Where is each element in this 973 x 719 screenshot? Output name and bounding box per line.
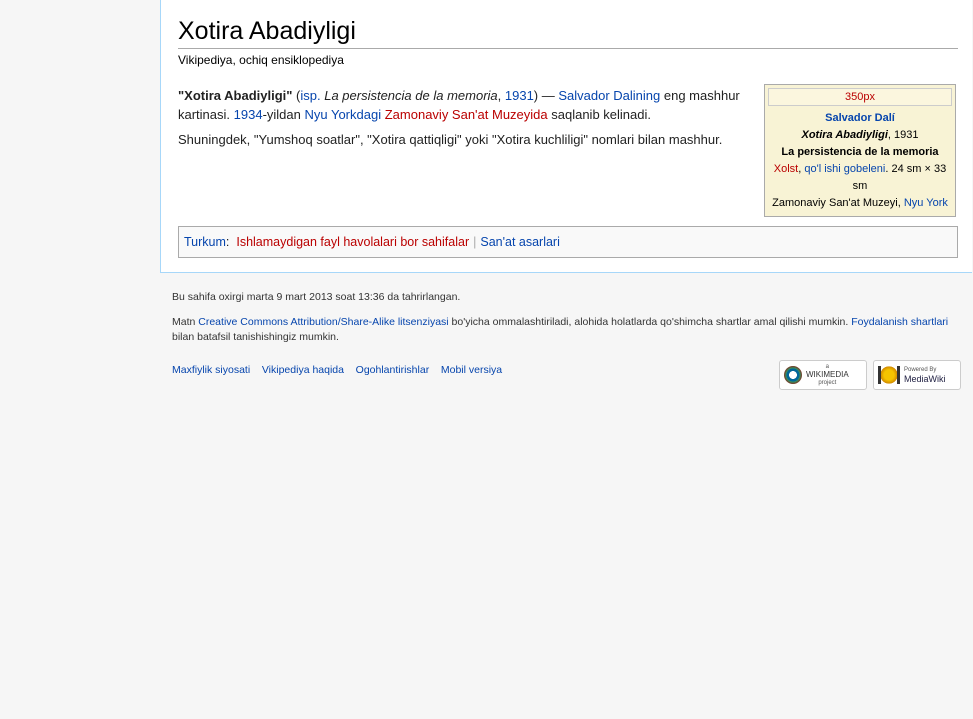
site-subtitle: Vikipediya, ochiq ensiklopediya — [178, 53, 344, 67]
infobox-image-placeholder[interactable]: 350px — [768, 88, 952, 106]
footer-lastmod: Bu sahifa oxirgi marta 9 mart 2013 soat … — [172, 291, 461, 303]
wikimedia-logo-icon — [784, 366, 802, 384]
mediawiki-logo-icon — [878, 366, 900, 384]
infobox-medium-link-1[interactable]: Xolst — [774, 163, 798, 175]
link-salvador-dali[interactable]: Salvador Dalining — [558, 88, 660, 103]
link-isp[interactable]: isp. — [300, 88, 320, 103]
wikimedia-badge[interactable]: a WIKIMEDIA project — [779, 360, 867, 390]
infobox-city-link[interactable]: Nyu York — [904, 197, 948, 209]
footer-link-disclaimers[interactable]: Ogohlantirishlar — [356, 364, 430, 376]
paragraph-1: "Xotira Abadiyligi" (isp. La persistenci… — [178, 86, 748, 124]
link-nyu-york[interactable]: Nyu Yorkdagi — [304, 107, 381, 122]
infobox-title-row: Xotira Abadiyligi, 1931 — [768, 127, 952, 144]
footer-license: Matn Creative Commons Attribution/Share-… — [172, 315, 962, 345]
infobox-original-title: La persistencia de la memoria — [781, 146, 939, 158]
text: bilan batafsil tanishishingiz mumkin. — [172, 331, 339, 343]
infobox-location: Zamonaviy San'at Muzeyi, — [772, 197, 904, 209]
paragraph-2: Shuningdek, "Yumshoq soatlar", "Xotira q… — [178, 132, 723, 147]
image-label: 350px — [845, 91, 875, 103]
category-item-1[interactable]: Ishlamaydigan fayl havolalari bor sahifa… — [236, 235, 469, 249]
mediawiki-badge-text: Powered By MediaWiki — [904, 366, 946, 384]
text: Matn — [172, 316, 199, 328]
license-link[interactable]: Creative Commons Attribution/Share-Alike… — [198, 316, 448, 328]
wikimedia-badge-text: a WIKIMEDIA project — [806, 363, 849, 387]
infobox-artist-link[interactable]: Salvador Dalí — [825, 112, 895, 124]
mediawiki-badge[interactable]: Powered By MediaWiki — [873, 360, 961, 390]
footer: Bu sahifa oxirgi marta 9 mart 2013 soat … — [172, 290, 962, 390]
colon: : — [225, 235, 230, 249]
badge-main: WIKIMEDIA — [806, 370, 849, 379]
terms-link[interactable]: Foydalanish shartlari — [851, 316, 948, 328]
text: , — [497, 88, 505, 103]
text: ) — — [533, 88, 559, 103]
footer-link-privacy[interactable]: Maxfiylik siyosati — [172, 364, 250, 376]
category-links: Turkum: Ishlamaydigan fayl havolalari bo… — [178, 226, 958, 258]
infobox-artist-row: Salvador Dalí — [768, 110, 952, 127]
text: saqlanib kelinadi. — [547, 107, 651, 122]
redlink-museum[interactable]: Zamonaviy San'at Muzeyida — [385, 107, 548, 122]
article-body: "Xotira Abadiyligi" (isp. La persistenci… — [178, 86, 748, 155]
infobox-location-row: Zamonaviy San'at Muzeyi, Nyu York — [768, 195, 952, 212]
categories-label-link[interactable]: Turkum — [184, 235, 226, 249]
spanish-title: La persistencia de la memoria — [320, 88, 498, 103]
link-1934[interactable]: 1934 — [234, 107, 263, 122]
footer-link-about[interactable]: Vikipediya haqida — [262, 364, 344, 376]
text: bo'yicha ommalashtiriladi, alohida holat… — [448, 316, 852, 328]
badge-main: MediaWiki — [904, 374, 946, 384]
page-title: Xotira Abadiyligi — [178, 14, 958, 49]
infobox: 350px Salvador Dalí Xotira Abadiyligi, 1… — [764, 84, 956, 217]
bold-title: "Xotira Abadiyligi" — [178, 88, 293, 103]
badge-sub: project — [818, 380, 837, 386]
content-area: Xotira Abadiyligi Vikipediya, ochiq ensi… — [160, 0, 972, 273]
footer-link-mobile[interactable]: Mobil versiya — [441, 364, 502, 376]
divider: | — [473, 235, 477, 249]
infobox-title: Xotira Abadiyligi — [801, 129, 888, 141]
text: -yildan — [262, 107, 305, 122]
infobox-year: , 1931 — [887, 129, 919, 141]
link-1931[interactable]: 1931 — [505, 88, 534, 103]
category-item-2[interactable]: San'at asarlari — [480, 235, 560, 249]
infobox-medium-link-2[interactable]: qo'l ishi gobeleni — [804, 163, 885, 175]
footer-places: Maxfiylik siyosati Vikipediya haqida Ogo… — [172, 364, 502, 376]
infobox-medium-row: Xolst, qo'l ishi gobeleni. 24 sm × 33 sm — [768, 161, 952, 195]
